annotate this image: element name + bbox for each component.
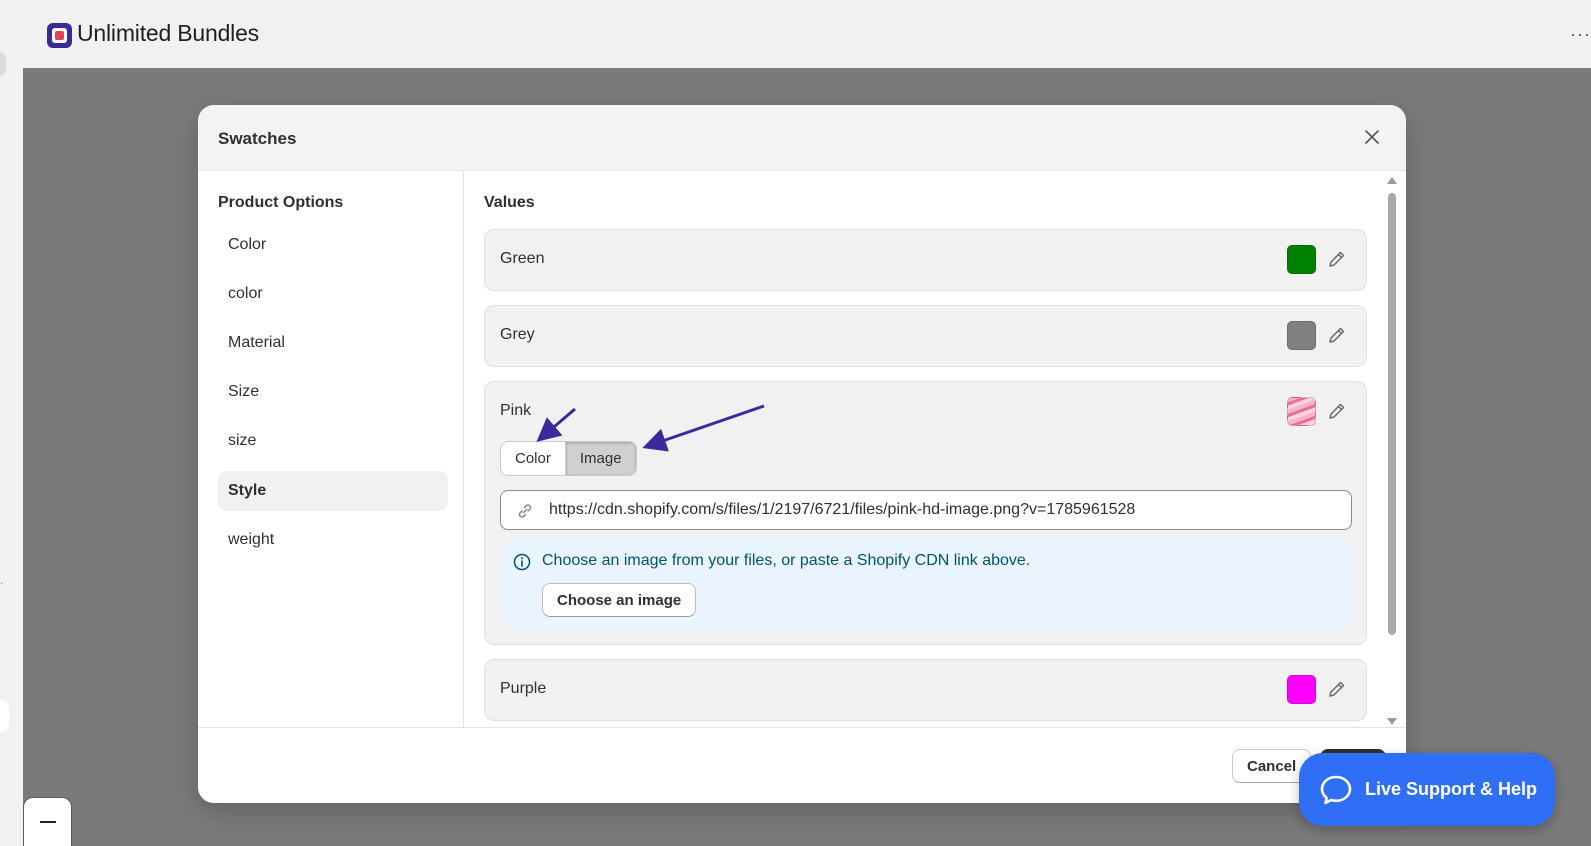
modal-title: Swatches <box>218 129 297 148</box>
scrollbar-thumb[interactable] <box>1388 193 1396 635</box>
option-item-size-lower[interactable]: size <box>218 421 448 461</box>
sidebar-dot: · <box>0 578 4 589</box>
zoom-out-button[interactable] <box>23 797 72 846</box>
value-row-purple: Purple <box>484 659 1367 721</box>
value-label: Purple <box>500 680 547 697</box>
info-text: Choose an image from your files, or past… <box>542 552 1031 569</box>
values-panel: Values Green Grey Pink Color Image https… <box>464 171 1406 727</box>
option-item-style[interactable]: Style <box>218 471 448 511</box>
pencil-icon[interactable] <box>1326 248 1348 270</box>
info-icon <box>513 553 531 571</box>
option-item-weight[interactable]: weight <box>218 520 448 560</box>
value-label: Grey <box>500 326 535 343</box>
option-item-size[interactable]: Size <box>218 372 448 412</box>
image-swatch <box>1287 397 1316 426</box>
more-horizontal-icon[interactable]: ··· <box>1570 24 1591 45</box>
pencil-icon[interactable] <box>1326 678 1348 700</box>
value-row-pink: Pink Color Image Ch <box>484 381 1367 645</box>
modal-footer: Cancel <box>198 727 1406 803</box>
value-label: Pink <box>500 402 532 419</box>
sidebar-nub <box>0 52 6 76</box>
color-swatch <box>1287 321 1316 350</box>
left-sidebar-strip: · <box>0 0 23 846</box>
live-support-label: Live Support & Help <box>1365 779 1538 799</box>
image-url-input[interactable] <box>549 491 1339 529</box>
sidebar-tab[interactable] <box>0 700 9 732</box>
app-title: Unlimited Bundles <box>77 20 259 46</box>
scroll-up-icon[interactable] <box>1387 177 1397 184</box>
color-swatch <box>1287 675 1316 704</box>
choose-image-button[interactable]: Choose an image <box>542 583 697 617</box>
product-options-panel: Product Options Color color Material Siz… <box>198 171 464 727</box>
close-icon <box>1365 130 1379 144</box>
value-row-green: Green <box>484 229 1367 291</box>
values-heading: Values <box>484 194 535 211</box>
live-support-button[interactable]: Live Support & Help <box>1299 753 1555 826</box>
swatches-modal: Swatches Product Options Color color Mat… <box>198 105 1406 803</box>
chat-bubble-icon <box>1320 775 1352 804</box>
image-url-field <box>500 490 1352 530</box>
toggle-color[interactable]: Color <box>501 442 566 475</box>
pencil-icon[interactable] <box>1326 400 1348 422</box>
modal-header: Swatches <box>198 105 1406 171</box>
value-row-grey: Grey <box>484 305 1367 367</box>
minus-icon <box>39 821 56 823</box>
app-header: Unlimited Bundles ··· <box>23 0 1591 68</box>
app-logo-icon <box>47 23 72 48</box>
value-label: Green <box>500 250 545 267</box>
info-banner: Choose an image from your files, or past… <box>500 540 1352 628</box>
option-item-material[interactable]: Material <box>218 323 448 363</box>
color-swatch <box>1287 245 1316 274</box>
option-item-color-lower[interactable]: color <box>218 274 448 314</box>
option-item-color[interactable]: Color <box>218 225 448 265</box>
pencil-icon[interactable] <box>1326 324 1348 346</box>
scroll-down-icon[interactable] <box>1387 718 1397 725</box>
product-options-heading: Product Options <box>218 194 344 211</box>
swatch-type-toggle: Color Image <box>500 441 637 476</box>
close-button[interactable] <box>1360 125 1384 149</box>
values-scrollbar[interactable] <box>1386 177 1398 725</box>
link-icon <box>518 504 532 518</box>
toggle-image[interactable]: Image <box>565 442 636 475</box>
